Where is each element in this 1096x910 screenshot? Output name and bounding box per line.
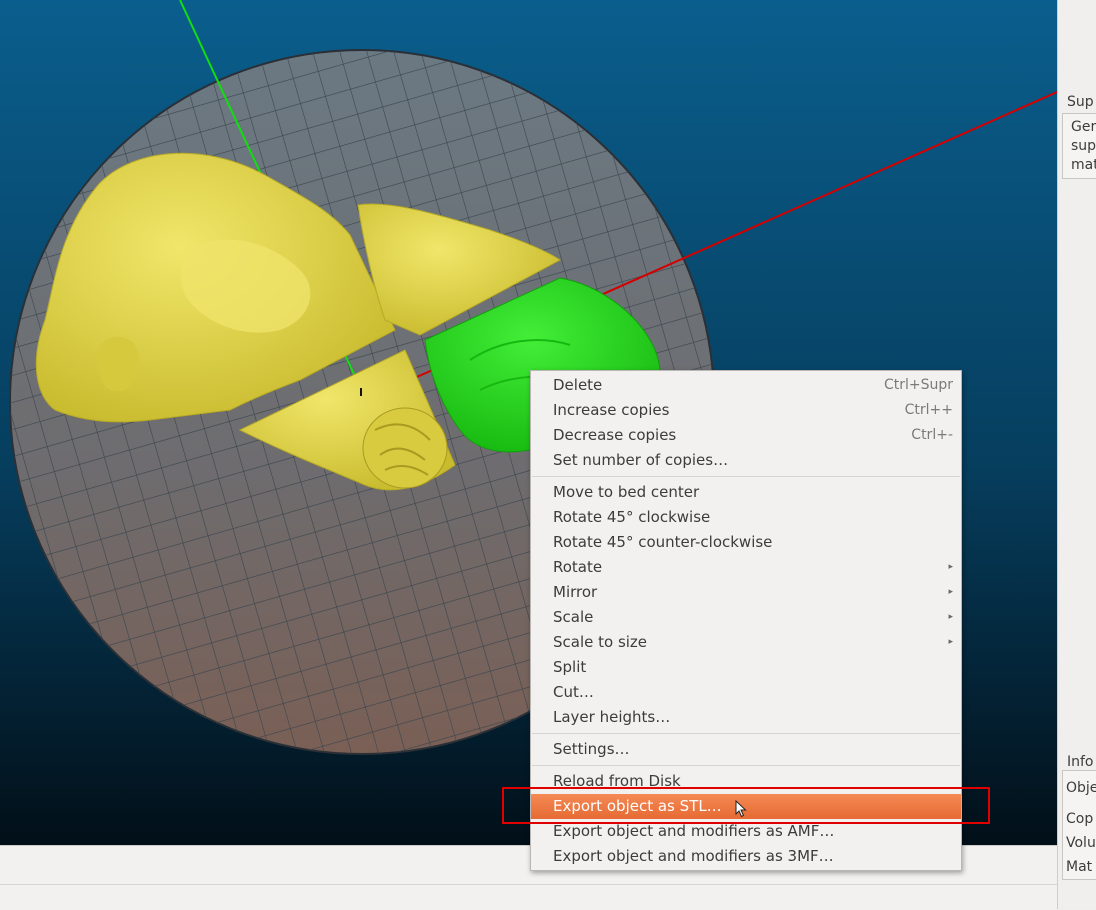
- menu-item-label: Rotate 45° counter-clockwise: [553, 533, 773, 551]
- status-separator: [0, 884, 1057, 885]
- menu-item-settings[interactable]: Settings…: [531, 737, 961, 762]
- menu-item-mirror[interactable]: Mirror ▸: [531, 580, 961, 605]
- menu-item-label: Increase copies: [553, 401, 670, 419]
- menu-item-split[interactable]: Split: [531, 655, 961, 680]
- menu-item-label: Split: [553, 658, 587, 676]
- submenu-arrow-icon: ▸: [948, 587, 953, 597]
- support-heading: Sup: [1067, 94, 1094, 110]
- menu-item-delete[interactable]: Delete Ctrl+Supr: [531, 373, 961, 398]
- menu-item-shortcut: Ctrl+-: [911, 427, 953, 443]
- menu-item-rotate-cw[interactable]: Rotate 45° clockwise: [531, 505, 961, 530]
- menu-item-label: Mirror: [553, 583, 598, 601]
- menu-item-label: Rotate: [553, 558, 603, 576]
- menu-item-label: Set number of copies…: [553, 451, 729, 469]
- menu-item-label: Cut…: [553, 683, 594, 701]
- info-row-materials: Mat: [1066, 859, 1093, 875]
- menu-item-label: Decrease copies: [553, 426, 677, 444]
- info-row-object: Obje: [1066, 780, 1096, 796]
- menu-item-reload-from-disk[interactable]: Reload from Disk: [531, 769, 961, 794]
- menu-item-label: Settings…: [553, 740, 630, 758]
- menu-item-rotate[interactable]: Rotate ▸: [531, 555, 961, 580]
- mouse-cursor-icon: [735, 800, 747, 818]
- submenu-arrow-icon: ▸: [948, 612, 953, 622]
- menu-item-label: Export object as STL…: [553, 797, 722, 815]
- menu-item-increase-copies[interactable]: Increase copies Ctrl++: [531, 398, 961, 423]
- menu-item-layer-heights[interactable]: Layer heights…: [531, 705, 961, 730]
- menu-item-rotate-ccw[interactable]: Rotate 45° counter-clockwise: [531, 530, 961, 555]
- menu-item-label: Export object and modifiers as AMF…: [553, 822, 835, 840]
- menu-item-scale-to-size[interactable]: Scale to size ▸: [531, 630, 961, 655]
- menu-item-decrease-copies[interactable]: Decrease copies Ctrl+-: [531, 423, 961, 448]
- info-heading: Info: [1067, 754, 1094, 770]
- menu-separator: [532, 733, 960, 734]
- menu-item-shortcut: Ctrl+Supr: [883, 377, 953, 393]
- menu-item-cut[interactable]: Cut…: [531, 680, 961, 705]
- menu-item-shortcut: Ctrl++: [904, 402, 953, 418]
- info-row-volume: Volu: [1066, 835, 1096, 851]
- support-line-3: mat: [1071, 157, 1096, 173]
- menu-item-label: Delete: [553, 376, 603, 394]
- selection-marker: [360, 388, 362, 396]
- menu-item-scale[interactable]: Scale ▸: [531, 605, 961, 630]
- menu-item-label: Reload from Disk: [553, 772, 681, 790]
- support-box: Ger sup mat: [1062, 113, 1096, 179]
- context-menu: Delete Ctrl+Supr Increase copies Ctrl++ …: [530, 370, 962, 871]
- menu-item-export-3mf[interactable]: Export object and modifiers as 3MF…: [531, 844, 961, 869]
- menu-item-export-stl[interactable]: Export object as STL…: [531, 794, 961, 819]
- submenu-arrow-icon: ▸: [948, 637, 953, 647]
- info-row-copies: Cop: [1066, 811, 1094, 827]
- menu-item-label: Move to bed center: [553, 483, 700, 501]
- menu-item-set-copies[interactable]: Set number of copies…: [531, 448, 961, 473]
- menu-separator: [532, 476, 960, 477]
- menu-item-move-to-bed-center[interactable]: Move to bed center: [531, 480, 961, 505]
- right-panel: Sup Ger sup mat Info Obje Cop Volu Mat: [1057, 0, 1096, 909]
- menu-separator: [532, 765, 960, 766]
- info-box: Obje Cop Volu Mat: [1062, 770, 1096, 880]
- support-line-1: Ger: [1071, 119, 1096, 135]
- menu-item-label: Scale: [553, 608, 594, 626]
- menu-item-label: Scale to size: [553, 633, 648, 651]
- menu-item-export-amf[interactable]: Export object and modifiers as AMF…: [531, 819, 961, 844]
- menu-item-label: Rotate 45° clockwise: [553, 508, 711, 526]
- support-line-2: sup: [1071, 138, 1096, 154]
- menu-item-label: Export object and modifiers as 3MF…: [553, 847, 834, 865]
- menu-item-label: Layer heights…: [553, 708, 671, 726]
- submenu-arrow-icon: ▸: [948, 562, 953, 572]
